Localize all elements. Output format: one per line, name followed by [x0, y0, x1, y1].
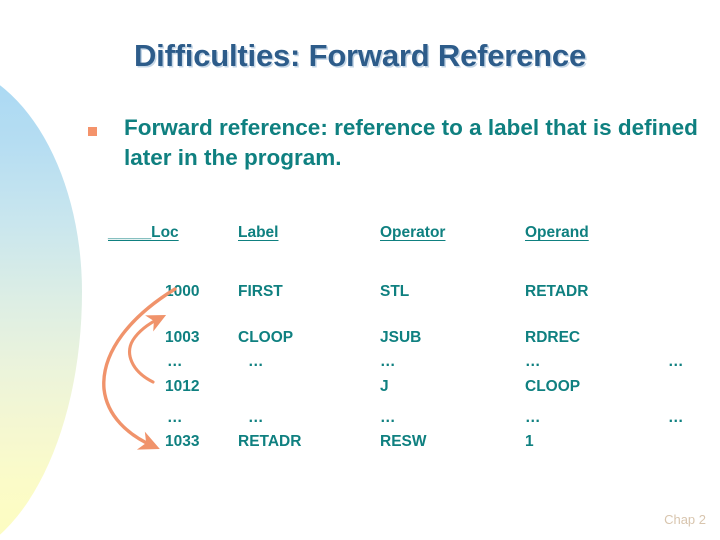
table-header-loc: _____Loc [108, 224, 179, 241]
table-row: RESW [380, 433, 427, 450]
slide-footer: Chap 2 [664, 512, 706, 527]
table-row: RDREC [525, 329, 581, 346]
table-row: … [248, 353, 265, 370]
table-row: … [248, 409, 265, 426]
table-row: J [380, 378, 389, 395]
table-header-label: Label [238, 224, 279, 241]
arrow-forward-reference [102, 287, 177, 450]
table-row: 1003 [165, 329, 200, 346]
table-row: FIRST [238, 283, 283, 300]
table-header-operator: Operator [380, 224, 446, 241]
table-row: JSUB [380, 329, 422, 346]
table-row: RETADR [525, 283, 589, 300]
table-row: … [525, 409, 542, 426]
table-row: … [380, 353, 397, 370]
forward-reference-arrows [102, 287, 177, 450]
table-row: … [668, 353, 685, 370]
page-title: Difficulties: Forward Reference [133, 38, 587, 73]
table-row: … [380, 409, 397, 426]
table-row: CLOOP [238, 329, 294, 346]
bullet-item: Forward reference: reference to a label … [88, 113, 703, 174]
decorative-gradient-shape [0, 62, 82, 540]
arrow-back-reference [128, 314, 167, 384]
table-row: CLOOP [525, 378, 581, 395]
table-header-operand: Operand [525, 224, 589, 241]
table-row: 1033 [165, 433, 200, 450]
square-bullet-icon [88, 127, 97, 136]
table-row: … [167, 409, 184, 426]
table-row: RETADR [238, 433, 302, 450]
bullet-item-label: Forward reference: reference to a label … [124, 115, 698, 171]
assembly-listing-table: _____Loc Label Operator Operand 1000 FIR… [0, 0, 720, 540]
table-row: STL [380, 283, 410, 300]
table-row: 1 [525, 433, 534, 450]
table-row: … [167, 353, 184, 370]
table-row: 1000 [165, 283, 200, 300]
slide-canvas: Difficulties: Forward Reference Forward … [0, 0, 720, 540]
table-row: 1012 [165, 378, 200, 395]
table-row: … [668, 409, 685, 426]
table-row: … [525, 353, 542, 370]
